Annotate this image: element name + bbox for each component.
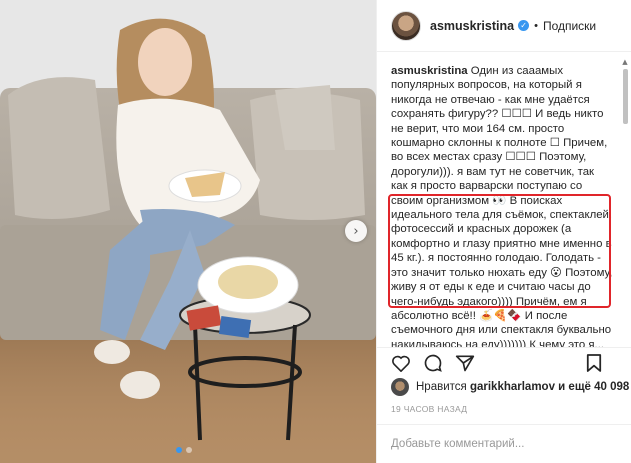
like-button[interactable] <box>391 353 411 373</box>
scrollbar-thumb[interactable] <box>622 69 628 124</box>
share-icon <box>455 355 475 371</box>
bookmark-icon <box>586 354 602 372</box>
carousel-indicator <box>176 447 192 453</box>
carousel-dot <box>186 447 192 453</box>
photo-illustration <box>0 0 376 463</box>
header-separator: • <box>534 19 538 32</box>
caption-scrollbar[interactable]: ▲ <box>621 58 629 348</box>
liker-username-link[interactable]: garikkharlamov <box>470 381 555 393</box>
save-button[interactable] <box>584 353 604 373</box>
caption-username-link[interactable]: asmuskristina <box>391 65 468 77</box>
likes-count-link[interactable]: и ещё 40 098 <box>558 381 629 393</box>
heart-icon <box>392 355 410 372</box>
verified-badge-icon: ✓ <box>518 20 530 31</box>
post-caption: asmuskristina Один из сааамых популярных… <box>391 64 613 347</box>
comment-bubble-icon <box>424 354 442 372</box>
username-link[interactable]: asmuskristina <box>430 19 514 33</box>
carousel-next-button[interactable]: › <box>345 220 367 242</box>
post-photo[interactable]: › <box>0 0 376 463</box>
likes-prefix: Нравится <box>416 381 467 393</box>
avatar[interactable] <box>391 10 421 41</box>
comment-box <box>377 424 631 463</box>
comment-input[interactable] <box>391 438 591 450</box>
action-bar <box>377 347 631 377</box>
post-sidebar: asmuskristina ✓ • Подписки asmuskristina… <box>376 0 631 463</box>
scroll-up-icon[interactable]: ▲ <box>622 58 627 67</box>
post-header: asmuskristina ✓ • Подписки <box>377 0 631 52</box>
share-button[interactable] <box>455 353 475 373</box>
carousel-dot <box>176 447 182 453</box>
caption-text: Один из сааамых популярных вопросов, на … <box>391 65 613 347</box>
post-timestamp[interactable]: 19 ЧАСОВ НАЗАД <box>391 404 467 414</box>
comment-button[interactable] <box>423 353 443 373</box>
chevron-right-icon: › <box>353 223 359 239</box>
following-button[interactable]: Подписки <box>543 19 596 33</box>
liker-avatar[interactable] <box>391 378 409 396</box>
likes-summary: Нравится garikkharlamov и ещё 40 098 <box>391 378 629 396</box>
